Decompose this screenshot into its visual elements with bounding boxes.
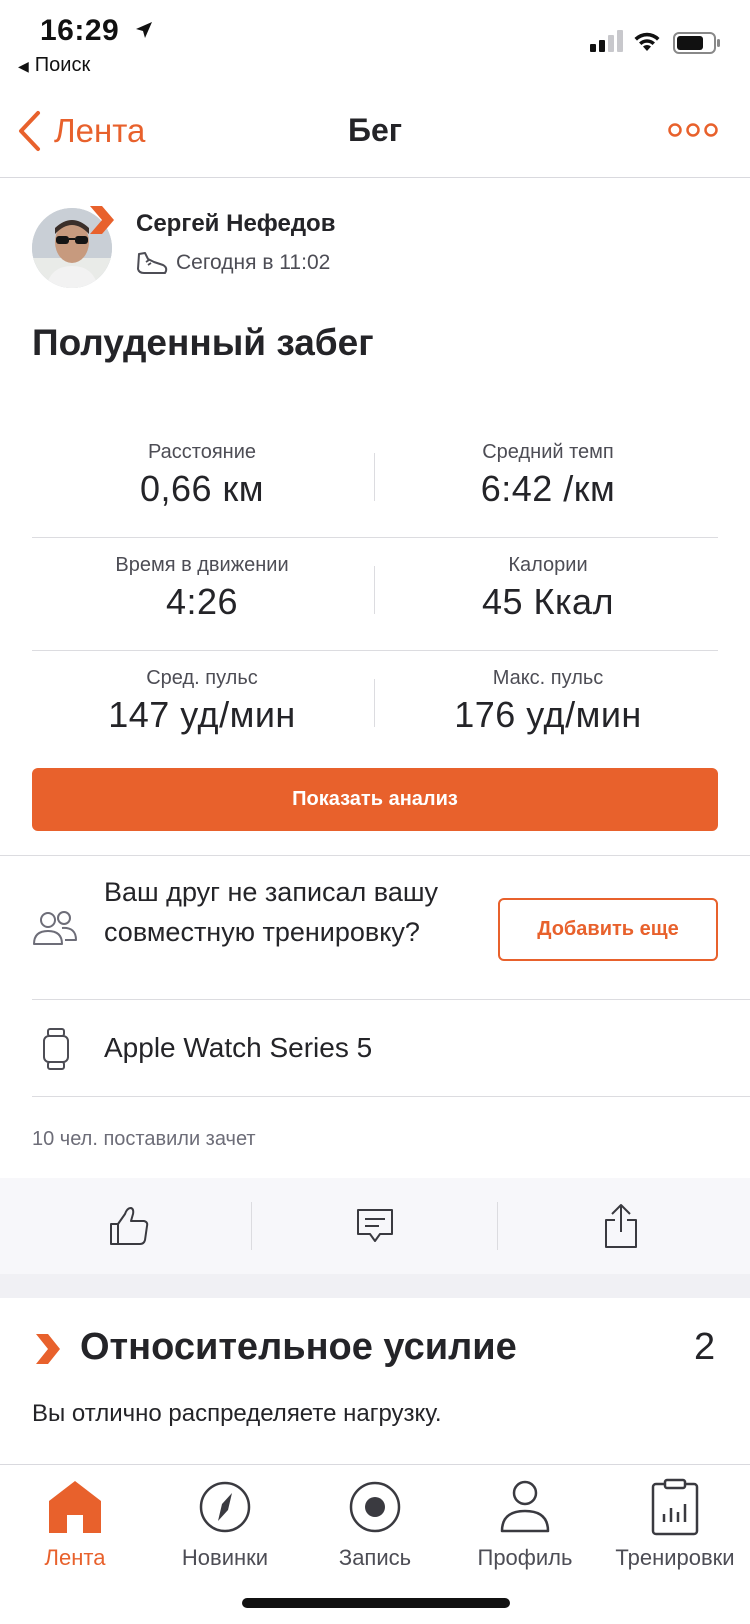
more-options-icon[interactable] xyxy=(668,118,718,142)
tab-label: Запись xyxy=(338,1545,412,1570)
stat-divider xyxy=(374,679,375,727)
show-analysis-button[interactable]: Показать анализ xyxy=(32,768,718,831)
activity-date: Сегодня в 11:02 xyxy=(136,250,330,276)
tab-feed[interactable]: Лента xyxy=(0,1475,150,1575)
stat-label: Калории xyxy=(508,554,588,576)
stat-label: Макс. пульс xyxy=(492,667,604,689)
thumbs-up-icon xyxy=(109,1207,148,1245)
tab-label: Лента xyxy=(44,1545,106,1570)
stat-calories: Калории 45 Ккал xyxy=(378,554,718,623)
back-triangle-icon: ◀ xyxy=(18,58,29,74)
location-arrow-icon xyxy=(136,22,152,38)
chevron-badge-icon xyxy=(36,1334,60,1364)
share-icon xyxy=(604,1204,637,1248)
activity-author: Сергей Нефедов Сегодня в 11:02 xyxy=(32,206,722,288)
tab-label: Новинки xyxy=(181,1545,269,1570)
back-button[interactable]: Лента xyxy=(16,110,145,152)
stat-label: Время в движении xyxy=(115,554,289,576)
profile-icon xyxy=(500,1480,550,1533)
status-back-to-app[interactable]: ◀ Поиск xyxy=(18,54,90,77)
running-shoe-icon xyxy=(137,252,168,274)
relative-effort-card[interactable]: Относительное усилие 2 Вы отлично распре… xyxy=(0,1298,750,1464)
tab-label: Тренировки xyxy=(615,1545,735,1570)
compass-icon xyxy=(199,1481,251,1533)
tab-label: Профиль xyxy=(477,1545,573,1570)
stat-avg-heart-rate: Сред. пульс 147 уд/мин xyxy=(32,667,372,736)
stat-value: 147 уд/мин xyxy=(108,694,296,735)
tab-record[interactable]: Запись xyxy=(300,1475,450,1575)
stat-label: Расстояние xyxy=(147,441,257,463)
activity-stats: Расстояние 0,66 км Средний темп 6:42 /км… xyxy=(32,425,718,764)
stat-value: 6:42 /км xyxy=(480,468,616,509)
stat-divider xyxy=(374,566,375,614)
device-row: Apple Watch Series 5 xyxy=(0,1000,750,1096)
stat-max-heart-rate: Макс. пульс 176 уд/мин xyxy=(378,667,718,736)
stat-divider xyxy=(374,453,375,501)
section-gap xyxy=(0,1274,750,1298)
status-time: 16:29 xyxy=(40,14,120,47)
friend-prompt-text: Ваш друг не записал вашу совместную трен… xyxy=(104,877,439,947)
stat-label: Средний темп xyxy=(482,441,614,463)
relative-effort-description: Вы отлично распределяете нагрузку. xyxy=(32,1400,442,1427)
stat-value: 0,66 км xyxy=(139,468,265,509)
stats-row: Расстояние 0,66 км Средний темп 6:42 /км xyxy=(32,425,718,538)
stat-moving-time: Время в движении 4:26 xyxy=(32,554,372,623)
stats-row: Время в движении 4:26 Калории 45 Ккал xyxy=(32,538,718,651)
device-name: Apple Watch Series 5 xyxy=(104,1032,373,1063)
wifi-icon xyxy=(634,32,660,51)
training-log-icon xyxy=(651,1478,699,1536)
status-back-label: Поиск xyxy=(34,54,91,76)
stats-row: Сред. пульс 147 уд/мин Макс. пульс 176 у… xyxy=(32,651,718,764)
divider xyxy=(32,1096,750,1097)
tab-profile[interactable]: Профиль xyxy=(450,1475,600,1575)
cellular-signal-icon xyxy=(590,30,623,52)
comment-icon xyxy=(356,1209,393,1242)
tab-explore[interactable]: Новинки xyxy=(150,1475,300,1575)
add-more-button[interactable]: Добавить еще xyxy=(498,898,718,961)
back-label: Лента xyxy=(54,112,146,149)
record-icon xyxy=(349,1481,401,1533)
navigation-bar: Лента Бег xyxy=(0,92,750,178)
people-icon xyxy=(33,911,77,945)
stat-avg-pace: Средний темп 6:42 /км xyxy=(378,441,718,510)
relative-effort-title: Относительное усилие xyxy=(80,1326,517,1368)
stat-value: 45 Ккал xyxy=(481,581,615,622)
tab-training[interactable]: Тренировки xyxy=(600,1475,750,1575)
watch-icon xyxy=(43,1028,69,1070)
stat-distance: Расстояние 0,66 км xyxy=(32,441,372,510)
activity-date-text: Сегодня в 11:02 xyxy=(176,251,331,274)
stat-value: 4:26 xyxy=(165,581,239,622)
activity-title: Полуденный забег xyxy=(32,322,374,363)
relative-effort-score: 2 xyxy=(694,1326,716,1368)
battery-icon xyxy=(673,32,720,54)
share-button[interactable] xyxy=(498,1178,743,1274)
author-name[interactable]: Сергей Нефедов xyxy=(136,210,335,238)
stat-value: 176 уд/мин xyxy=(454,694,642,735)
add-friend-row: Ваш друг не записал вашу совместную трен… xyxy=(0,856,750,999)
home-icon xyxy=(49,1481,101,1533)
comment-button[interactable] xyxy=(252,1178,497,1274)
page-title: Бег xyxy=(347,112,403,148)
kudos-count[interactable]: 10 чел. поставили зачет xyxy=(32,1128,256,1151)
subscriber-badge-icon xyxy=(90,206,114,234)
status-bar: 16:29 ◀ Поиск xyxy=(0,0,750,90)
chevron-left-icon xyxy=(19,111,40,151)
kudos-button[interactable] xyxy=(6,1178,251,1274)
home-indicator xyxy=(242,1598,510,1608)
stat-label: Сред. пульс xyxy=(146,667,258,689)
activity-actions-bar xyxy=(0,1178,750,1274)
